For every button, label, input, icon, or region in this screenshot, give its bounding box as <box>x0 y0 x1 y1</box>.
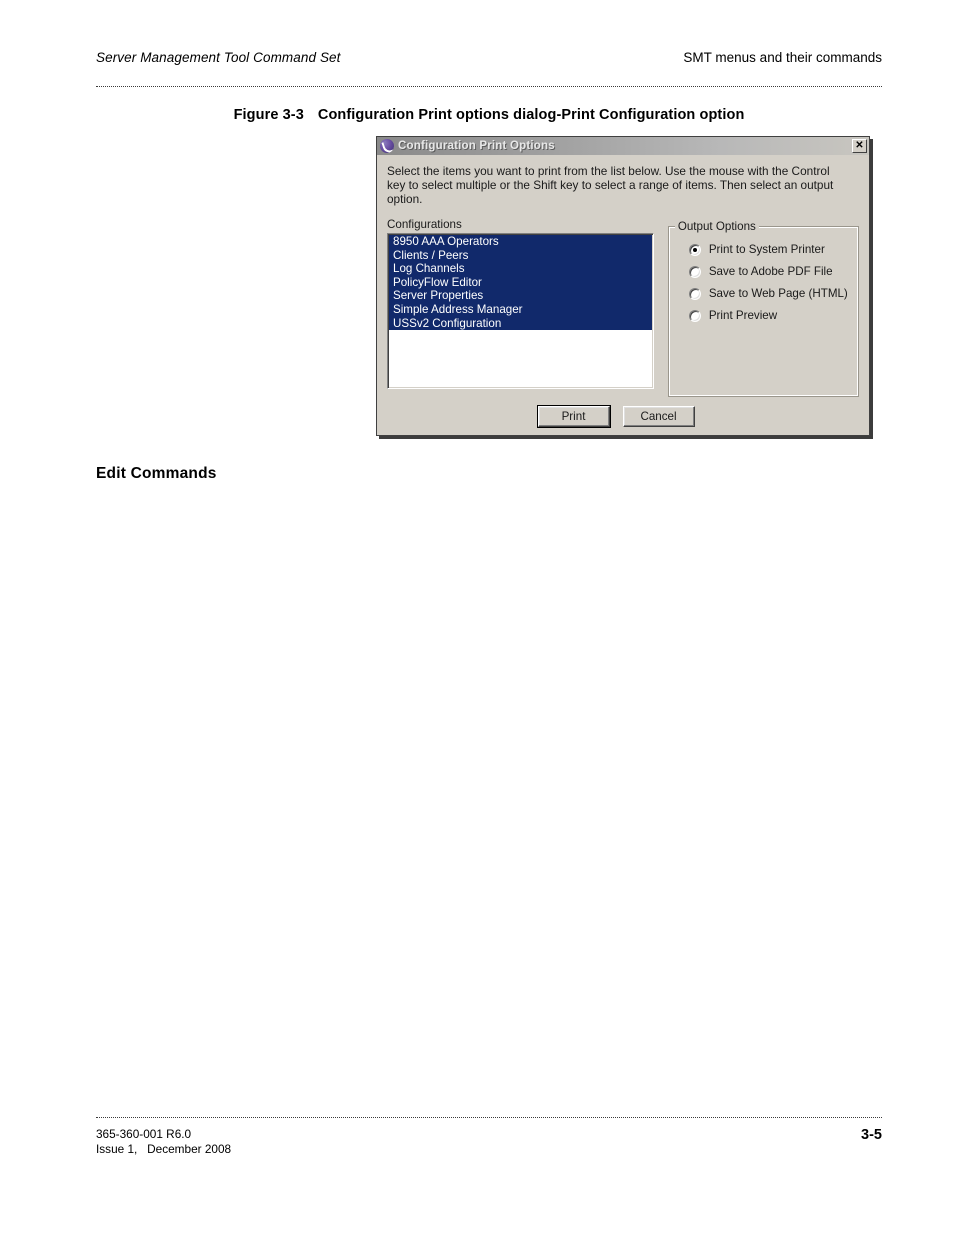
list-item[interactable]: PolicyFlow Editor <box>389 275 652 290</box>
configurations-label: Configurations <box>387 218 462 231</box>
output-option-label: Print to System Printer <box>708 243 825 256</box>
radio-button-icon[interactable] <box>688 309 701 322</box>
list-item[interactable]: 8950 AAA Operators <box>389 235 652 249</box>
dialog-title: Configuration Print Options <box>398 140 555 152</box>
list-item[interactable]: USSv2 Configuration <box>389 316 652 331</box>
header-section-title: SMT menus and their commands <box>683 50 882 65</box>
header-document-title: Server Management Tool Command Set <box>96 50 341 65</box>
footer-issue-date: Issue 1, December 2008 <box>96 1142 232 1156</box>
list-item[interactable]: Clients / Peers <box>389 248 652 263</box>
page-footer: 365-360-001 R6.0 Issue 1, December 2008 … <box>96 1127 882 1157</box>
radio-button-icon[interactable] <box>688 287 701 300</box>
list-item[interactable]: Simple Address Manager <box>389 302 652 317</box>
output-option-label: Save to Web Page (HTML) <box>708 287 848 300</box>
page-header: Server Management Tool Command Set SMT m… <box>96 50 882 65</box>
output-option-row[interactable]: Print Preview <box>677 309 850 322</box>
print-button[interactable]: Print <box>536 405 611 428</box>
figure-number: Figure 3-3 <box>233 107 304 123</box>
header-divider <box>96 86 882 87</box>
configuration-print-options-dialog: Configuration Print Options ✕ Select the… <box>376 136 870 436</box>
output-option-label: Save to Adobe PDF File <box>708 265 833 278</box>
page-section-heading: Edit Commands <box>96 465 217 482</box>
output-options-fieldset: Output Options Print to System Printer Sa… <box>667 220 859 397</box>
dialog-button-row: Print Cancel <box>387 405 859 428</box>
close-icon[interactable]: ✕ <box>852 139 867 153</box>
radio-button-icon[interactable] <box>688 265 701 278</box>
output-option-label: Print Preview <box>708 309 778 322</box>
footer-divider <box>96 1117 882 1118</box>
cancel-button[interactable]: Cancel <box>622 406 695 427</box>
app-logo-icon <box>380 139 394 153</box>
footer-doc-number: 365-360-001 R6.0 <box>96 1127 192 1141</box>
configurations-listbox[interactable]: 8950 AAA Operators Clients / Peers Log Cha… <box>387 233 654 389</box>
output-options-radio-group[interactable]: Print to System Printer Save to Adobe PDF… <box>677 227 850 322</box>
list-item[interactable]: Log Channels <box>389 262 652 276</box>
output-options-legend: Output Options <box>674 220 759 233</box>
list-item[interactable]: Server Properties <box>389 289 652 303</box>
figure-title: Configuration Print options dialog-Print… <box>317 107 745 123</box>
radio-button-icon[interactable] <box>688 243 701 256</box>
footer-doc-info: 365-360-001 R6.0 Issue 1, December 2008 <box>96 1127 231 1157</box>
output-options-column: Output Options Print to System Printer Sa… <box>667 218 859 397</box>
output-option-row[interactable]: Print to System Printer <box>677 243 850 256</box>
dialog-titlebar[interactable]: Configuration Print Options ✕ <box>377 137 869 155</box>
output-option-row[interactable]: Save to Web Page (HTML) <box>677 287 850 300</box>
footer-page-number: 3-5 <box>861 1127 882 1143</box>
output-option-row[interactable]: Save to Adobe PDF File <box>677 265 850 278</box>
dialog-instructions: Select the items you want to print from … <box>387 164 834 206</box>
dialog-body: Select the items you want to print from … <box>377 155 869 435</box>
dialog-columns: Configurations 8950 AAA Operators Clients… <box>387 218 859 397</box>
configurations-column: Configurations 8950 AAA Operators Clients… <box>387 218 654 389</box>
figure-caption: Figure 3-3 Configuration Print options di… <box>96 107 882 123</box>
